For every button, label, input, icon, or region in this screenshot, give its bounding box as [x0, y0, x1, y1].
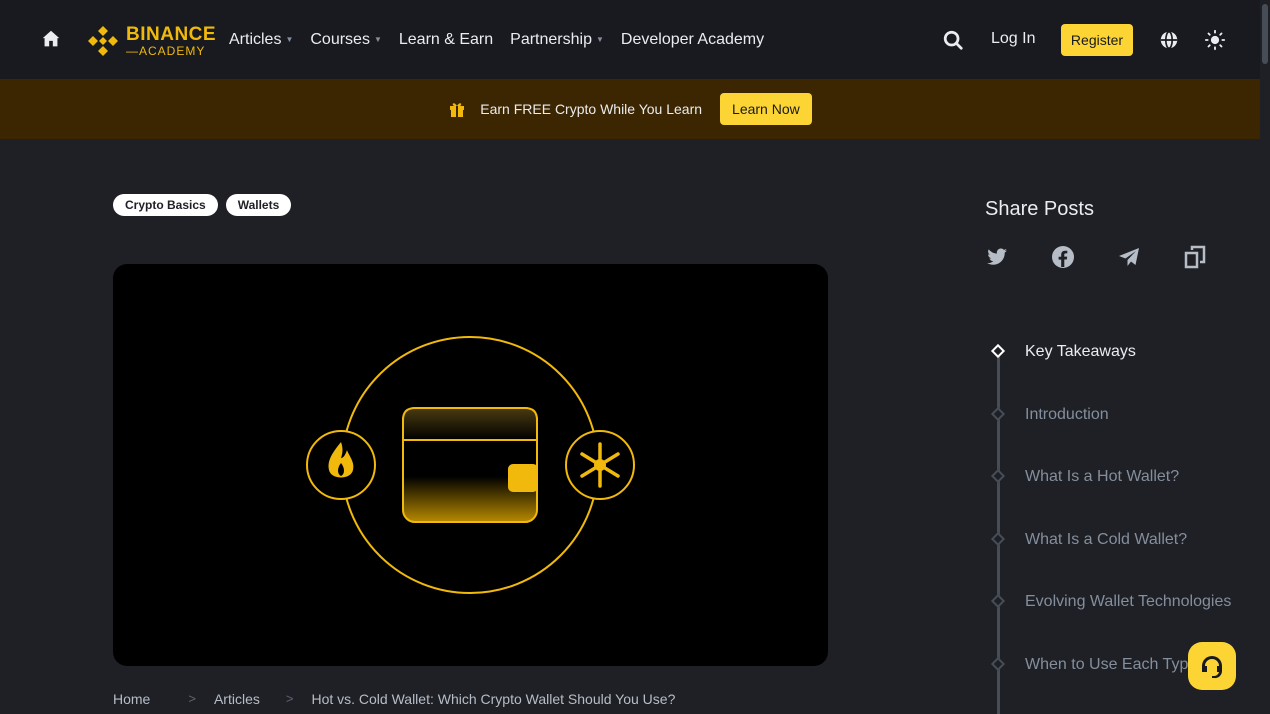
register-button[interactable]: Register	[1061, 24, 1133, 56]
copy-link-icon[interactable]	[1183, 245, 1207, 269]
breadcrumb-home[interactable]: Home	[113, 691, 150, 707]
hero-image	[113, 264, 828, 666]
tag-wallets[interactable]: Wallets	[225, 194, 292, 216]
toc-marker-icon	[990, 343, 1006, 359]
toc-item[interactable]: Key Takeaways	[1025, 343, 1136, 361]
nav-links: Articles ▼ Courses ▼ Learn & Earn Partnership…	[229, 0, 781, 79]
caret-down-icon: ▼	[373, 35, 382, 44]
search-icon[interactable]	[942, 29, 964, 51]
toc-marker-icon	[990, 656, 1006, 671]
breadcrumb: Home > Articles > Hot vs. Cold Wallet: W…	[113, 691, 675, 707]
nav-link-learn-earn[interactable]: Learn & Earn	[399, 31, 493, 49]
nav-link-partnership[interactable]: Partnership ▼	[510, 31, 604, 49]
caret-down-icon: ▼	[285, 35, 294, 44]
nav-link-label: Learn & Earn	[398, 30, 494, 48]
breadcrumb-current: Hot vs. Cold Wallet: Which Crypto Wallet…	[311, 691, 676, 707]
scrollbar-thumb[interactable]	[1262, 4, 1268, 64]
binance-academy-logo[interactable]: BINANCE —ACADEMY	[86, 24, 216, 58]
learn-now-button[interactable]: Learn Now	[720, 93, 812, 125]
toc-item[interactable]: What Is a Hot Wallet?	[1025, 468, 1179, 486]
breadcrumb-separator-icon: >	[188, 691, 196, 706]
nav-link-articles[interactable]: Articles ▼	[229, 31, 293, 49]
twitter-icon[interactable]	[985, 245, 1009, 269]
breadcrumb-articles[interactable]: Articles	[214, 691, 260, 707]
breadcrumb-separator-icon: >	[285, 691, 294, 706]
toc-item[interactable]: Introduction	[1025, 406, 1109, 424]
gift-icon	[450, 103, 465, 117]
caret-down-icon: ▼	[595, 35, 604, 44]
toc-marker-icon	[990, 593, 1006, 609]
facebook-icon[interactable]	[1051, 245, 1075, 269]
telegram-icon[interactable]	[1117, 245, 1141, 269]
headset-icon	[1202, 656, 1223, 679]
nav-link-developer-academy[interactable]: Developer Academy	[621, 31, 764, 49]
toc-item[interactable]: When to Use Each Type	[1025, 656, 1197, 674]
nav-link-label: Articles	[229, 30, 282, 48]
support-chat-button[interactable]	[1188, 642, 1236, 690]
hot-cold-wallet-illustration	[306, 336, 635, 594]
article-tags: Crypto Basics Wallets	[113, 194, 299, 216]
logo-text-top: BINANCE	[126, 24, 217, 45]
home-icon[interactable]	[40, 28, 62, 50]
theme-toggle-icon[interactable]	[1204, 29, 1226, 51]
login-link[interactable]: Log In	[991, 30, 1035, 48]
banner-text: Earn FREE Crypto While You Learn	[480, 101, 703, 117]
top-nav: BINANCE —ACADEMY Articles ▼ Courses ▼ Learn …	[0, 0, 1260, 79]
share-posts-title: Share Posts	[985, 198, 1094, 220]
nav-link-label: Developer Academy	[620, 30, 765, 48]
toc-item[interactable]: Evolving Wallet Technologies	[1025, 593, 1231, 611]
logo-text-bottom: —ACADEMY	[126, 44, 206, 58]
tag-crypto-basics[interactable]: Crypto Basics	[113, 194, 218, 216]
nav-link-label: Partnership	[510, 30, 592, 48]
toc-marker-icon	[990, 468, 1006, 484]
toc-item[interactable]: What Is a Cold Wallet?	[1025, 531, 1187, 549]
nav-link-label: Courses	[310, 30, 370, 48]
toc-marker-icon	[990, 531, 1006, 546]
binance-logo-icon	[88, 26, 118, 56]
nav-link-courses[interactable]: Courses ▼	[310, 31, 382, 49]
promo-banner: Earn FREE Crypto While You Learn Learn N…	[0, 79, 1260, 139]
share-icons	[985, 245, 1249, 269]
globe-icon[interactable]	[1158, 29, 1180, 51]
toc-marker-icon	[990, 406, 1006, 421]
page-scrollbar[interactable]	[1260, 0, 1270, 714]
